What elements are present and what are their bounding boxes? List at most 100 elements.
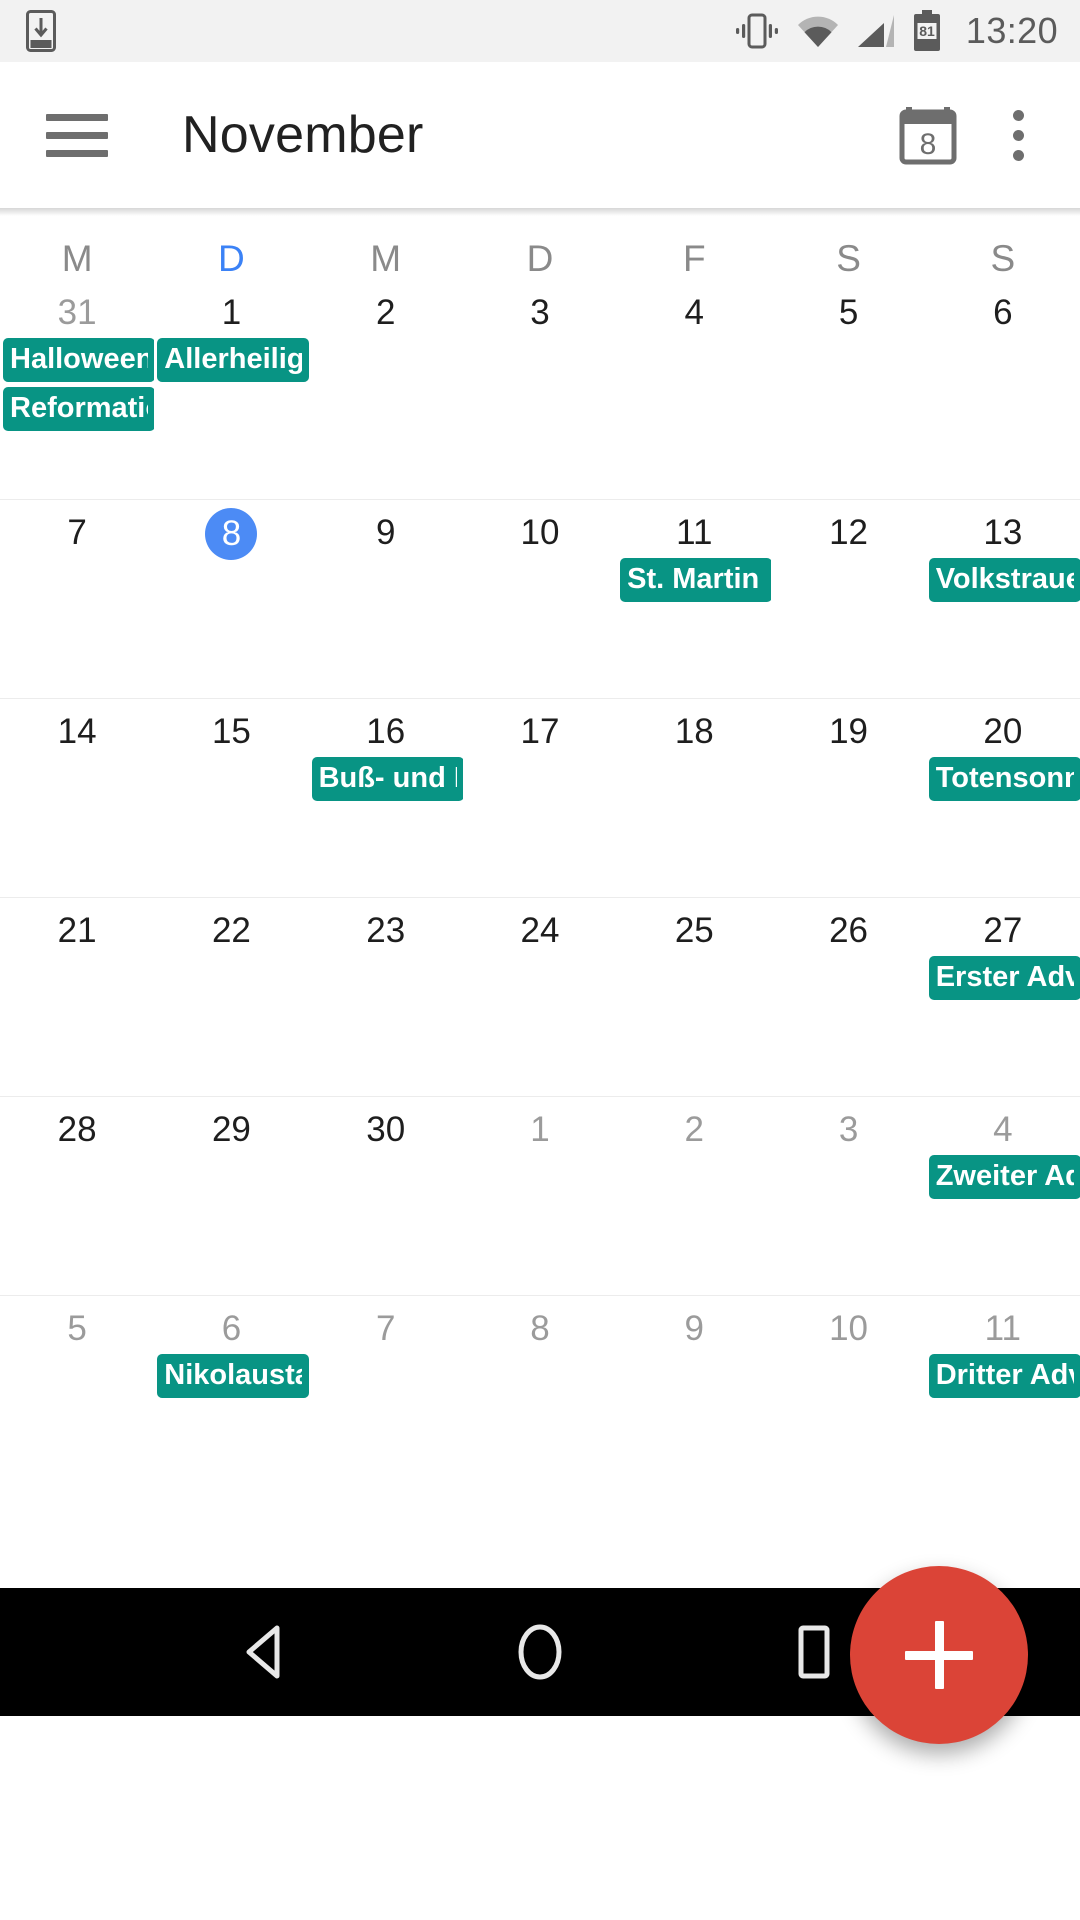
day-number: 1 (530, 1110, 550, 1149)
event-chip-list: Buß- und Bettag (309, 757, 463, 801)
event-chip[interactable]: Volkstrauertag (928, 558, 1080, 602)
day-cell[interactable]: 9 (309, 500, 463, 698)
day-cell[interactable]: 1 Allerheiligen (154, 280, 309, 499)
add-event-fab[interactable] (850, 1566, 1028, 1744)
day-number: 2 (375, 293, 396, 332)
day-cell[interactable]: 27 Erster Advent (926, 898, 1080, 1096)
day-cell[interactable]: 30 (309, 1097, 463, 1295)
day-cell[interactable]: 12 (771, 500, 925, 698)
day-number: 8 (154, 508, 308, 560)
day-cell[interactable]: 29 (154, 1097, 308, 1295)
event-chip[interactable]: Reformationstag (3, 387, 155, 431)
cellular-signal-icon (856, 13, 896, 49)
day-cell[interactable]: 3 (771, 1097, 925, 1295)
day-cell[interactable]: 10 (463, 500, 617, 698)
home-circle-icon[interactable] (480, 1592, 600, 1712)
day-cell[interactable]: 6 Nikolaustag (154, 1296, 309, 1494)
week-row: 14 15 16 Buß- und Bettag 17 18 19 20 Totensonnta… (0, 698, 1080, 897)
day-number: 29 (211, 1110, 251, 1149)
day-cell[interactable]: 9 (617, 1296, 771, 1494)
event-chip[interactable]: Zweiter Advent (928, 1155, 1080, 1199)
day-number: 6 (221, 1309, 242, 1348)
day-cell[interactable]: 21 (0, 898, 154, 1096)
day-cell[interactable]: 17 (463, 699, 617, 897)
week-row: 7 8 9 10 11 St. Martin 12 13 Volkstrauertag (0, 499, 1080, 698)
day-cell[interactable]: 8 (154, 500, 308, 698)
event-chip[interactable]: Totensonntag (928, 757, 1080, 801)
day-cell[interactable]: 15 (154, 699, 308, 897)
day-number: 10 (829, 1309, 869, 1348)
day-number: 15 (211, 712, 251, 751)
day-number: 5 (67, 1309, 87, 1348)
event-chip[interactable]: Erster Advent (928, 956, 1080, 1000)
day-cell[interactable]: 31 Halloween Reformationstag (0, 280, 155, 499)
weekday-header-6: S (990, 238, 1016, 279)
day-cell[interactable]: 19 (771, 699, 925, 897)
weekday-header-3: D (526, 238, 554, 279)
day-cell[interactable]: 7 (0, 500, 154, 698)
day-number: 10 (520, 513, 560, 552)
day-cell[interactable]: 26 (771, 898, 925, 1096)
event-chip-label: Erster Advent (935, 961, 1074, 993)
app-bar-shadow (0, 208, 1080, 216)
event-chip[interactable]: Dritter Advent (928, 1354, 1080, 1398)
battery-level-text: 81 (919, 23, 935, 39)
event-chip[interactable]: Buß- und Bettag (311, 757, 463, 801)
battery-icon: 81 (912, 10, 942, 52)
day-cell[interactable]: 11 St. Martin (617, 500, 772, 698)
day-number: 22 (211, 911, 251, 950)
day-cell[interactable]: 3 (463, 280, 617, 499)
status-bar-clock: 13:20 (965, 10, 1058, 51)
event-chip[interactable]: St. Martin (620, 558, 772, 602)
day-number: 7 (375, 1309, 396, 1348)
day-cell[interactable]: 2 (617, 1097, 771, 1295)
day-cell[interactable]: 6 (926, 280, 1080, 499)
day-number: 27 (983, 911, 1023, 950)
day-cell[interactable]: 16 Buß- und Bettag (309, 699, 463, 897)
event-chip-label: Dritter Advent (935, 1359, 1074, 1391)
event-chip-list: St. Martin (617, 558, 772, 602)
day-cell[interactable]: 24 (463, 898, 617, 1096)
event-chip-list: Zweiter Advent (926, 1155, 1080, 1199)
day-cell[interactable]: 25 (617, 898, 771, 1096)
back-triangle-icon[interactable] (207, 1592, 327, 1712)
day-cell[interactable]: 5 (771, 280, 925, 499)
day-number: 5 (838, 293, 859, 332)
day-cell[interactable]: 1 (463, 1097, 617, 1295)
event-chip-label: Totensonntag (935, 762, 1074, 794)
day-cell[interactable]: 4 Zweiter Advent (926, 1097, 1080, 1295)
calendar-today-icon[interactable]: 8 (897, 104, 959, 166)
event-chip[interactable]: Halloween (3, 338, 155, 382)
calendar-today-day-number: 8 (919, 128, 937, 161)
day-number: 18 (674, 712, 714, 751)
day-cell[interactable]: 13 Volkstrauertag (926, 500, 1080, 698)
day-cell[interactable]: 20 Totensonntag (926, 699, 1080, 897)
overflow-menu-icon[interactable] (999, 100, 1038, 171)
day-number: 25 (674, 911, 714, 950)
event-chip-label: Halloween (10, 343, 148, 375)
event-chip[interactable]: Allerheiligen (157, 338, 309, 382)
day-cell[interactable]: 8 (463, 1296, 617, 1494)
day-cell[interactable]: 7 (309, 1296, 463, 1494)
week-row: 3 1 Halloween Reformationstag 1 Allerheiligen… (0, 280, 1080, 499)
event-chip-label: Volkstrauertag (935, 563, 1074, 595)
day-cell[interactable]: 10 (771, 1296, 925, 1494)
event-chip[interactable]: Nikolaustag (157, 1354, 309, 1398)
day-number: 17 (520, 712, 560, 751)
day-number: 23 (366, 911, 406, 950)
day-cell[interactable]: 18 (617, 699, 771, 897)
day-cell[interactable]: 4 (617, 280, 771, 499)
month-grid: 3 1 Halloween Reformationstag 1 Allerheiligen… (0, 280, 1080, 1494)
day-cell[interactable]: 23 (309, 898, 463, 1096)
day-cell[interactable]: 14 (0, 699, 154, 897)
day-cell[interactable]: 22 (154, 898, 308, 1096)
day-cell[interactable]: 5 (0, 1296, 154, 1494)
weekday-header-2: M (370, 238, 402, 279)
day-cell[interactable]: 28 (0, 1097, 154, 1295)
day-cell[interactable]: 11 Dritter Advent (926, 1296, 1080, 1494)
day-number: 6 (993, 293, 1013, 332)
day-cell[interactable]: 2 (309, 280, 463, 499)
hamburger-menu-icon[interactable] (46, 113, 108, 157)
day-number: 1 (221, 293, 242, 332)
weekday-header-4: F (682, 238, 706, 279)
